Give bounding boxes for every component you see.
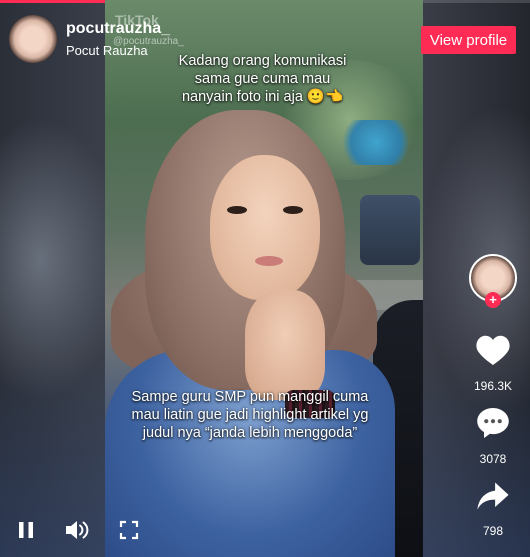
comment-count: 3078 [479, 452, 507, 466]
view-profile-button[interactable]: View profile [421, 26, 516, 54]
comment-icon[interactable] [474, 404, 512, 442]
video-scene-hand [245, 290, 325, 400]
volume-icon[interactable] [63, 516, 91, 544]
video-caption-top: Kadang orang komunikasi sama gue cuma ma… [178, 53, 347, 105]
like-count: 196.3K [473, 379, 513, 393]
video-scene-lips [255, 256, 283, 266]
video-scene-eye-left [227, 206, 247, 214]
author-avatar[interactable] [9, 15, 57, 63]
follow-button[interactable]: + [485, 292, 501, 308]
share-icon[interactable] [474, 477, 512, 515]
fullscreen-icon[interactable] [115, 516, 143, 544]
video-scene-face [210, 155, 320, 300]
author-username[interactable]: pocutrauzha_ [66, 20, 170, 38]
pause-icon[interactable] [12, 516, 40, 544]
video-caption-bottom: Sampe guru SMP pun manggil cuma mau liat… [131, 389, 369, 441]
share-count: 798 [482, 524, 504, 538]
video-scene-sign [341, 120, 411, 165]
author-nickname[interactable]: Pocut Rauzha [66, 43, 148, 58]
video-scene-car [360, 195, 420, 265]
video-scene-eye-right [283, 206, 303, 214]
heart-icon[interactable] [474, 331, 512, 369]
